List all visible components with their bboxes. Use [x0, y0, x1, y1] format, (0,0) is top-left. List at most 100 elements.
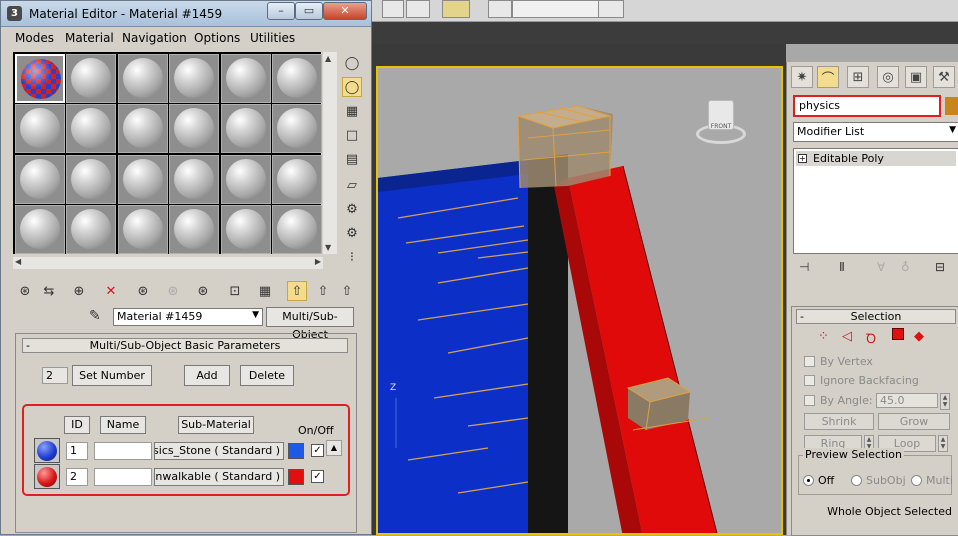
by-angle-checkbox[interactable]: By Angle: — [804, 394, 873, 407]
slot-vertical-scrollbar[interactable]: ▲ ▼ — [323, 52, 337, 254]
preview-multi-radio[interactable]: Multi — [911, 474, 953, 487]
go-forward-to-sibling-icon[interactable]: ⇧ — [337, 281, 357, 301]
reset-map-icon[interactable]: ✕ — [101, 281, 121, 301]
utilities-tab-icon[interactable]: ⚒ — [933, 66, 955, 88]
edge-mode-icon[interactable]: ◁ — [842, 329, 852, 344]
sub-material-button[interactable]: Physics_Unwalkable ( Standard ) — [154, 468, 284, 486]
sample-slot[interactable] — [117, 154, 168, 204]
selection-rollout-title[interactable]: - Selection — [796, 309, 956, 324]
background-checker-icon[interactable]: ▦ — [342, 101, 362, 121]
sample-slot[interactable] — [117, 53, 168, 103]
sample-slot[interactable] — [272, 53, 322, 103]
sub-material-id-field[interactable]: 1 — [66, 442, 88, 460]
viewcube[interactable]: FRONT — [696, 96, 746, 148]
sample-slot[interactable] — [272, 104, 322, 153]
scroll-right-icon[interactable]: ▶ — [315, 257, 321, 266]
eyedropper-icon[interactable]: ✎ — [89, 308, 101, 324]
sub-material-color-swatch[interactable] — [288, 469, 304, 485]
modifier-list-dropdown[interactable]: Modifier List ▼ — [793, 122, 958, 142]
element-mode-icon[interactable]: ◆ — [914, 329, 924, 344]
close-button[interactable]: ✕ — [323, 2, 367, 20]
make-unique-icon[interactable]: ∀ — [877, 260, 885, 274]
sort-by-name-button[interactable]: Name — [100, 416, 146, 434]
material-editor-titlebar[interactable]: 3 Material Editor - Material #1459 – ▭ ✕ — [1, 1, 371, 27]
object-color-swatch[interactable] — [945, 97, 958, 115]
expand-icon[interactable]: + — [798, 154, 807, 163]
preview-subobj-radio[interactable]: SubObj — [851, 474, 906, 487]
menu-utilities[interactable]: Utilities — [250, 31, 295, 45]
toolbar-button[interactable] — [406, 0, 430, 18]
remove-modifier-icon[interactable]: ♁ — [901, 260, 910, 274]
material-map-navigator-icon[interactable]: ⁝ — [342, 247, 362, 267]
material-name-dropdown[interactable]: Material #1459 ▼ — [113, 308, 263, 326]
sample-slot[interactable] — [220, 104, 271, 153]
stack-item-editable-poly[interactable]: + Editable Poly — [796, 151, 956, 166]
show-map-in-viewport-icon[interactable]: ▦ — [255, 281, 275, 301]
scroll-left-icon[interactable]: ◀ — [15, 257, 21, 266]
sample-slot[interactable] — [220, 205, 271, 254]
sample-type-icon[interactable]: ◯ — [342, 53, 362, 73]
put-to-library-icon[interactable]: ⊛ — [193, 281, 213, 301]
sub-material-name-field[interactable] — [94, 468, 152, 486]
sample-uv-tiling-icon[interactable]: □ — [342, 125, 362, 145]
toolbar-button[interactable] — [488, 0, 512, 18]
put-material-to-scene-icon[interactable]: ⇆ — [39, 281, 59, 301]
minimize-button[interactable]: – — [267, 2, 295, 20]
sub-material-enabled-checkbox[interactable]: ✓ — [311, 444, 324, 457]
toolbar-dropdown[interactable] — [512, 0, 600, 18]
angle-spinner-arrows[interactable]: ▲ ▼ — [940, 393, 950, 410]
sample-slot-active[interactable] — [14, 53, 65, 103]
backlight-icon[interactable]: ◯ — [342, 77, 362, 97]
sample-slot[interactable] — [169, 53, 219, 103]
make-unique-icon[interactable]: ⊛ — [163, 281, 183, 301]
material-type-button[interactable]: Multi/Sub-Object — [266, 307, 354, 341]
shrink-button[interactable]: Shrink — [804, 413, 874, 430]
sample-slot[interactable] — [220, 53, 271, 103]
sample-slot[interactable] — [169, 154, 219, 204]
material-id-channel-icon[interactable]: ⊡ — [225, 281, 245, 301]
by-vertex-checkbox[interactable]: By Vertex — [804, 355, 873, 368]
display-tab-icon[interactable]: ▣ — [905, 66, 927, 88]
set-number-button[interactable]: Set Number — [72, 365, 152, 386]
options-icon[interactable]: ⚙ — [342, 199, 362, 219]
video-color-check-icon[interactable]: ▤ — [342, 149, 362, 169]
sort-by-id-button[interactable]: ID — [64, 416, 90, 434]
make-material-copy-icon[interactable]: ⊛ — [133, 281, 153, 301]
perspective-viewport[interactable]: Z FRONT — [376, 66, 783, 535]
sample-slot[interactable] — [14, 104, 65, 153]
go-to-parent-icon[interactable]: ⇧ — [313, 281, 333, 301]
delete-button[interactable]: Delete — [240, 365, 294, 386]
pin-stack-icon[interactable]: ⊣ — [799, 260, 809, 274]
add-button[interactable]: Add — [184, 365, 230, 386]
sample-slot[interactable] — [117, 205, 168, 254]
show-end-result-icon[interactable]: ⇧ — [287, 281, 307, 301]
sample-slot[interactable] — [14, 154, 65, 204]
params-rollout-title[interactable]: - Multi/Sub-Object Basic Parameters — [22, 338, 348, 353]
toolbar-button-active[interactable] — [442, 0, 470, 18]
sample-slot[interactable] — [66, 205, 116, 254]
sample-slot[interactable] — [169, 205, 219, 254]
modify-tab-icon[interactable]: ⌒ — [817, 66, 839, 88]
border-mode-icon[interactable]: Ꝺ — [866, 329, 876, 347]
object-name-field[interactable]: physics — [793, 95, 941, 117]
sub-material-preview[interactable] — [34, 464, 60, 489]
vertex-mode-icon[interactable]: ⁘ — [818, 329, 829, 344]
sub-material-enabled-checkbox[interactable]: ✓ — [311, 470, 324, 483]
loop-spinner[interactable]: ▲ ▼ — [938, 435, 948, 452]
sample-slot[interactable] — [272, 205, 322, 254]
polygon-mode-icon[interactable] — [892, 328, 904, 340]
configure-sets-icon[interactable]: ⊟ — [935, 260, 945, 274]
scroll-up-icon[interactable]: ▲ — [325, 54, 331, 63]
sub-material-preview[interactable] — [34, 438, 60, 463]
menu-material[interactable]: Material — [65, 31, 114, 45]
select-by-material-icon[interactable]: ⚙ — [342, 223, 362, 243]
menu-options[interactable]: Options — [194, 31, 240, 45]
angle-spinner-field[interactable]: 45.0 — [876, 393, 938, 408]
scroll-down-icon[interactable]: ▼ — [325, 243, 331, 252]
preview-off-radio[interactable]: Off — [803, 474, 834, 487]
sort-by-sub-material-button[interactable]: Sub-Material — [178, 416, 254, 434]
sample-slot[interactable] — [66, 154, 116, 204]
assign-material-icon[interactable]: ⊕ — [69, 281, 89, 301]
sample-slot[interactable] — [220, 154, 271, 204]
sub-material-name-field[interactable] — [94, 442, 152, 460]
